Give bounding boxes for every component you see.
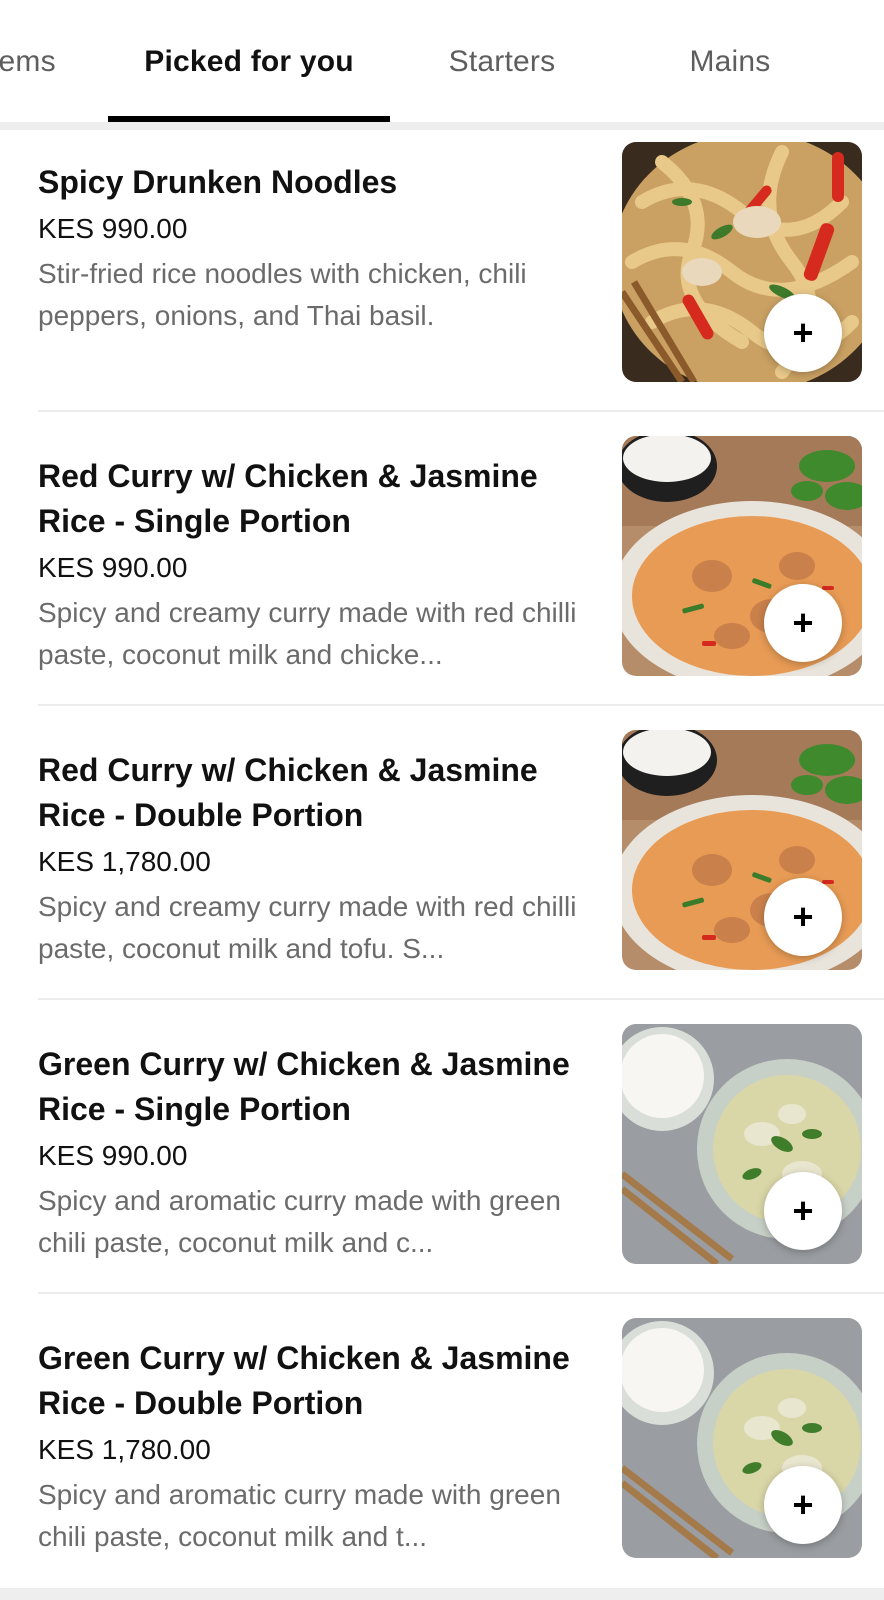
menu-item-text: Green Curry w/ Chicken & Jasmine Rice - …	[38, 1336, 603, 1558]
tab-all-items[interactable]: tems	[0, 0, 80, 124]
menu-item-description: Spicy and aromatic curry made with green…	[38, 1479, 561, 1552]
menu-item-description: Spicy and creamy curry made with red chi…	[38, 891, 577, 964]
tab-label: Picked for you	[144, 45, 354, 78]
add-to-cart-button[interactable]: +	[764, 1172, 842, 1250]
menu-item-title: Spicy Drunken Noodles	[38, 164, 398, 200]
item-divider	[38, 410, 884, 412]
menu-item[interactable]: Green Curry w/ Chicken & Jasmine Rice - …	[0, 1306, 884, 1600]
menu-item-title: Green Curry w/ Chicken & Jasmine Rice - …	[38, 1340, 570, 1421]
menu-item[interactable]: Spicy Drunken Noodles KES 990.00 Stir-fr…	[0, 130, 884, 424]
add-to-cart-button[interactable]: +	[764, 584, 842, 662]
tab-label: Starters	[448, 45, 556, 78]
add-to-cart-button[interactable]: +	[764, 878, 842, 956]
bottom-divider	[0, 1588, 884, 1600]
menu-item-price: KES 1,780.00	[38, 1434, 211, 1465]
tab-label: tems	[0, 45, 56, 78]
item-divider	[38, 998, 884, 1000]
menu-item-title: Red Curry w/ Chicken & Jasmine Rice - Do…	[38, 752, 538, 833]
item-divider	[38, 1292, 884, 1294]
tab-mains[interactable]: Mains	[640, 0, 820, 124]
menu-item-description: Stir-fried rice noodles with chicken, ch…	[38, 258, 527, 331]
menu-item-title: Red Curry w/ Chicken & Jasmine Rice - Si…	[38, 458, 538, 539]
item-divider	[38, 704, 884, 706]
menu-item-price: KES 1,780.00	[38, 846, 211, 877]
menu-item-title: Green Curry w/ Chicken & Jasmine Rice - …	[38, 1046, 570, 1127]
add-to-cart-button[interactable]: +	[764, 294, 842, 372]
menu-item-price: KES 990.00	[38, 1140, 188, 1171]
menu-item-text: Spicy Drunken Noodles KES 990.00 Stir-fr…	[38, 160, 603, 337]
menu-item-description: Spicy and aromatic curry made with green…	[38, 1185, 561, 1258]
menu-item-text: Red Curry w/ Chicken & Jasmine Rice - Si…	[38, 454, 603, 676]
tab-picked-for-you[interactable]: Picked for you	[108, 0, 390, 124]
category-tabs: tems Picked for you Starters Mains	[0, 0, 884, 124]
tabs-divider	[0, 122, 884, 130]
menu-item-price: KES 990.00	[38, 213, 188, 244]
menu-item[interactable]: Red Curry w/ Chicken & Jasmine Rice - Si…	[0, 424, 884, 718]
tab-starters[interactable]: Starters	[410, 0, 594, 124]
menu-item-description: Spicy and creamy curry made with red chi…	[38, 597, 577, 670]
menu-item[interactable]: Green Curry w/ Chicken & Jasmine Rice - …	[0, 1012, 884, 1306]
menu-item-price: KES 990.00	[38, 552, 188, 583]
tab-label: Mains	[689, 45, 771, 78]
menu-item-text: Red Curry w/ Chicken & Jasmine Rice - Do…	[38, 748, 603, 970]
menu-item-text: Green Curry w/ Chicken & Jasmine Rice - …	[38, 1042, 603, 1264]
menu-item[interactable]: Red Curry w/ Chicken & Jasmine Rice - Do…	[0, 718, 884, 1012]
add-to-cart-button[interactable]: +	[764, 1466, 842, 1544]
